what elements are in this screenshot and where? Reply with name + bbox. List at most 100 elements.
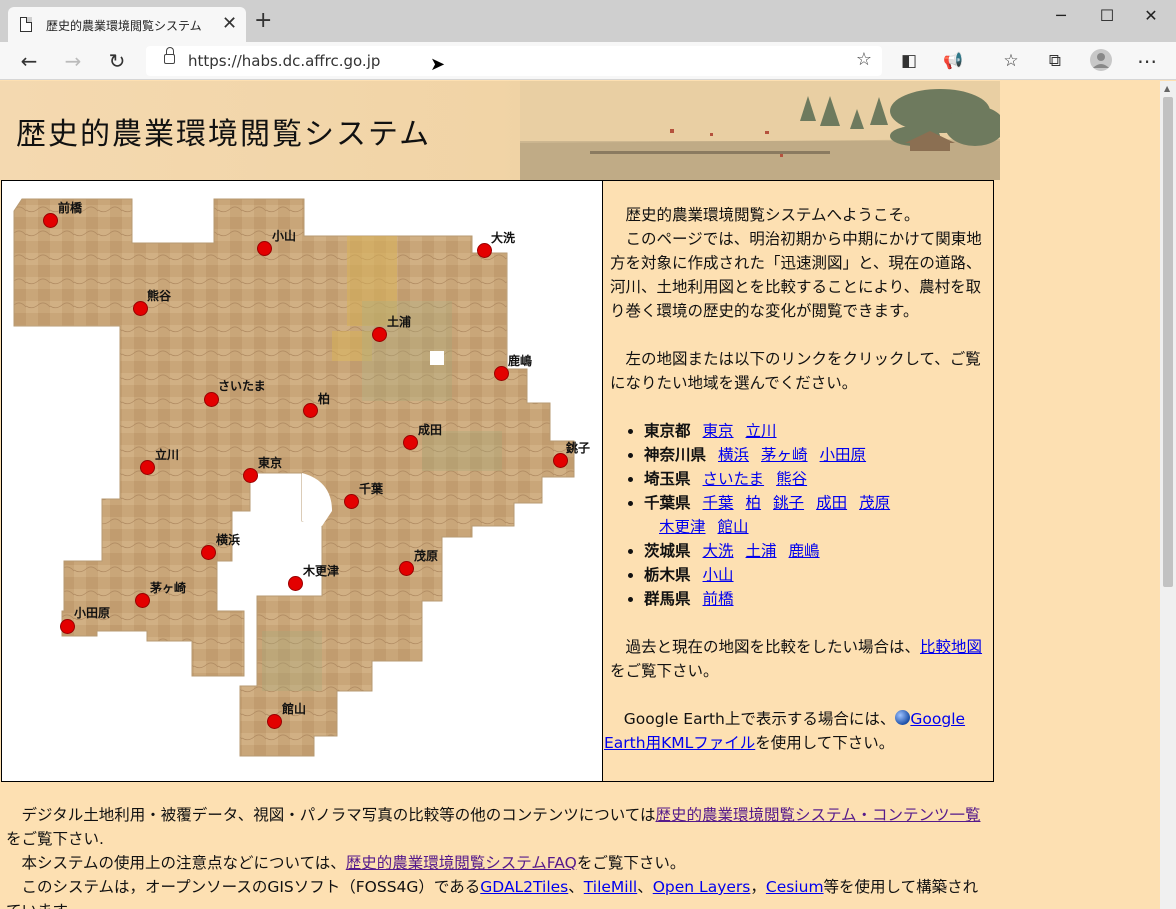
city-link-tokyo[interactable]: 東京 xyxy=(703,422,734,440)
region-kanagawa: 神奈川県横浜茅ヶ崎小田原 xyxy=(644,443,988,467)
map-marker-kisarazu[interactable] xyxy=(288,576,303,591)
city-link-choshi[interactable]: 銚子 xyxy=(773,494,804,512)
read-aloud-icon[interactable]: 📢 xyxy=(940,49,966,73)
minimize-icon[interactable]: ─ xyxy=(1038,4,1084,28)
close-window-icon[interactable]: ✕ xyxy=(1128,4,1174,28)
pref-label: 栃木県 xyxy=(644,566,691,584)
city-link-kashima[interactable]: 鹿嶋 xyxy=(789,542,820,560)
city-link-kumagaya[interactable]: 熊谷 xyxy=(776,470,807,488)
new-tab-icon[interactable]: + xyxy=(254,10,272,32)
address-bar[interactable]: https://habs.dc.affrc.go.jp ☆ xyxy=(146,46,882,76)
map-marker-oarai[interactable] xyxy=(477,243,492,258)
tab-bar: 歴史的農業環境閲覧システム ✕ + ─ ☐ ✕ xyxy=(0,0,1176,42)
close-tab-icon[interactable]: ✕ xyxy=(222,13,237,34)
refresh-icon[interactable]: ↻ xyxy=(104,49,130,73)
faq-link[interactable]: 歴史的農業環境閲覧システムFAQ xyxy=(346,854,577,872)
footer-line1-suffix: をご覧下さい. xyxy=(6,830,104,848)
gdal2tiles-link[interactable]: GDAL2Tiles xyxy=(480,878,568,896)
kanto-index-map[interactable]: 前橋 小山 大洗 熊谷 土浦 鹿嶋 さいたま 柏 成田 銚子 立川 東京 千葉 … xyxy=(2,181,603,781)
map-label-yokohama[interactable]: 横浜 xyxy=(216,531,240,548)
city-link-saitama[interactable]: さいたま xyxy=(703,470,765,488)
map-marker-narita[interactable] xyxy=(403,435,418,450)
contents-list-link[interactable]: 歴史的農業環境閲覧システム・コンテンツ一覧 xyxy=(655,806,980,824)
city-link-chiba[interactable]: 千葉 xyxy=(703,494,734,512)
map-marker-kashima[interactable] xyxy=(494,366,509,381)
map-marker-odawara[interactable] xyxy=(60,619,75,634)
map-label-oyama[interactable]: 小山 xyxy=(272,227,296,244)
map-label-saitama[interactable]: さいたま xyxy=(218,377,266,394)
city-link-kisarazu[interactable]: 木更津 xyxy=(659,518,706,536)
url-text[interactable]: https://habs.dc.affrc.go.jp xyxy=(188,52,380,70)
map-marker-tateyama[interactable] xyxy=(267,714,282,729)
map-marker-kashiwa[interactable] xyxy=(303,403,318,418)
site-banner: 歴史的農業環境閲覧システム xyxy=(0,81,1000,180)
city-link-odawara[interactable]: 小田原 xyxy=(820,446,867,464)
map-label-chiba[interactable]: 千葉 xyxy=(359,480,383,497)
map-label-choshi[interactable]: 銚子 xyxy=(566,439,590,456)
maximize-icon[interactable]: ☐ xyxy=(1084,4,1130,28)
city-link-mobara[interactable]: 茂原 xyxy=(859,494,890,512)
web-page: 歴史的農業環境閲覧システム 前橋 小山 大洗 熊谷 土浦 鹿嶋 さいたま 柏 成… xyxy=(0,81,1160,909)
historical-map-image[interactable] xyxy=(2,181,602,781)
map-label-tokyo[interactable]: 東京 xyxy=(258,454,282,471)
map-label-kumagaya[interactable]: 熊谷 xyxy=(147,287,171,304)
map-marker-mobara[interactable] xyxy=(399,561,414,576)
scroll-up-icon[interactable]: ▲ xyxy=(1164,84,1170,93)
city-link-oarai[interactable]: 大洗 xyxy=(703,542,734,560)
map-marker-maebashi[interactable] xyxy=(43,213,58,228)
tilemill-link[interactable]: TileMill xyxy=(584,878,637,896)
compare-map-link[interactable]: 比較地図 xyxy=(920,638,982,656)
city-link-tachikawa[interactable]: 立川 xyxy=(746,422,777,440)
map-marker-yokohama[interactable] xyxy=(201,545,216,560)
city-link-tsuchiura[interactable]: 土浦 xyxy=(746,542,777,560)
city-link-oyama[interactable]: 小山 xyxy=(703,566,734,584)
map-label-chigasaki[interactable]: 茅ヶ崎 xyxy=(150,579,186,596)
map-marker-oyama[interactable] xyxy=(257,241,272,256)
map-label-odawara[interactable]: 小田原 xyxy=(74,604,110,621)
city-link-narita[interactable]: 成田 xyxy=(816,494,847,512)
map-marker-tsuchiura[interactable] xyxy=(372,327,387,342)
back-icon[interactable]: ← xyxy=(16,49,42,73)
footer-line3-prefix: このシステムは，オープンソースのGISソフト（FOSS4G）である xyxy=(21,878,481,896)
profile-avatar-icon[interactable] xyxy=(1088,49,1114,73)
map-label-mobara[interactable]: 茂原 xyxy=(414,547,438,564)
google-earth-paragraph: Google Earth上で表示する場合には、 Google Earth用KMLフ… xyxy=(604,707,988,755)
map-label-oarai[interactable]: 大洗 xyxy=(491,229,515,246)
vertical-scrollbar[interactable]: ▲ xyxy=(1160,81,1176,909)
city-link-kashiwa[interactable]: 柏 xyxy=(746,494,762,512)
more-menu-icon[interactable]: ⋯ xyxy=(1134,49,1160,73)
scrollbar-thumb[interactable] xyxy=(1163,97,1173,587)
map-label-kashiwa[interactable]: 柏 xyxy=(318,390,330,407)
region-saitama: 埼玉県さいたま熊谷 xyxy=(644,467,988,491)
browser-tab[interactable]: 歴史的農業環境閲覧システム ✕ xyxy=(8,7,246,42)
city-link-chigasaki[interactable]: 茅ヶ崎 xyxy=(761,446,808,464)
compare-paragraph: 過去と現在の地図を比較をしたい場合は、比較地図をご覧下さい。 xyxy=(610,635,988,683)
openlayers-link[interactable]: Open Layers xyxy=(653,878,751,896)
map-marker-chigasaki[interactable] xyxy=(135,593,150,608)
forward-icon[interactable]: → xyxy=(60,49,86,73)
map-label-kashima[interactable]: 鹿嶋 xyxy=(508,352,532,369)
favorite-star-icon[interactable]: ☆ xyxy=(856,49,872,70)
map-marker-chiba[interactable] xyxy=(344,494,359,509)
reading-view-icon[interactable]: ◧ xyxy=(896,49,922,73)
map-label-maebashi[interactable]: 前橋 xyxy=(58,199,82,216)
city-link-tateyama[interactable]: 館山 xyxy=(718,518,749,536)
map-label-narita[interactable]: 成田 xyxy=(418,421,442,438)
city-link-yokohama[interactable]: 横浜 xyxy=(718,446,749,464)
city-link-maebashi[interactable]: 前橋 xyxy=(703,590,734,608)
map-label-tachikawa[interactable]: 立川 xyxy=(155,446,179,463)
google-earth-globe-icon[interactable] xyxy=(895,710,911,725)
footer-contents-line: デジタル土地利用・被覆データ、視図・パノラマ写真の比較等の他のコンテンツについて… xyxy=(6,803,991,851)
collections-icon[interactable]: ⧉ xyxy=(1042,49,1068,73)
map-marker-tokyo[interactable] xyxy=(243,468,258,483)
map-marker-tachikawa[interactable] xyxy=(140,460,155,475)
region-link-list: 東京都東京立川 神奈川県横浜茅ヶ崎小田原 埼玉県さいたま熊谷 千葉県千葉柏銚子成… xyxy=(644,419,988,611)
map-label-tsuchiura[interactable]: 土浦 xyxy=(387,313,411,330)
map-marker-saitama[interactable] xyxy=(204,392,219,407)
compare-suffix: をご覧下さい。 xyxy=(610,662,719,680)
favorites-icon[interactable]: ☆ xyxy=(998,49,1024,73)
cesium-link[interactable]: Cesium xyxy=(766,878,824,896)
map-marker-kumagaya[interactable] xyxy=(133,301,148,316)
map-label-kisarazu[interactable]: 木更津 xyxy=(303,562,339,579)
map-label-tateyama[interactable]: 館山 xyxy=(282,700,306,717)
